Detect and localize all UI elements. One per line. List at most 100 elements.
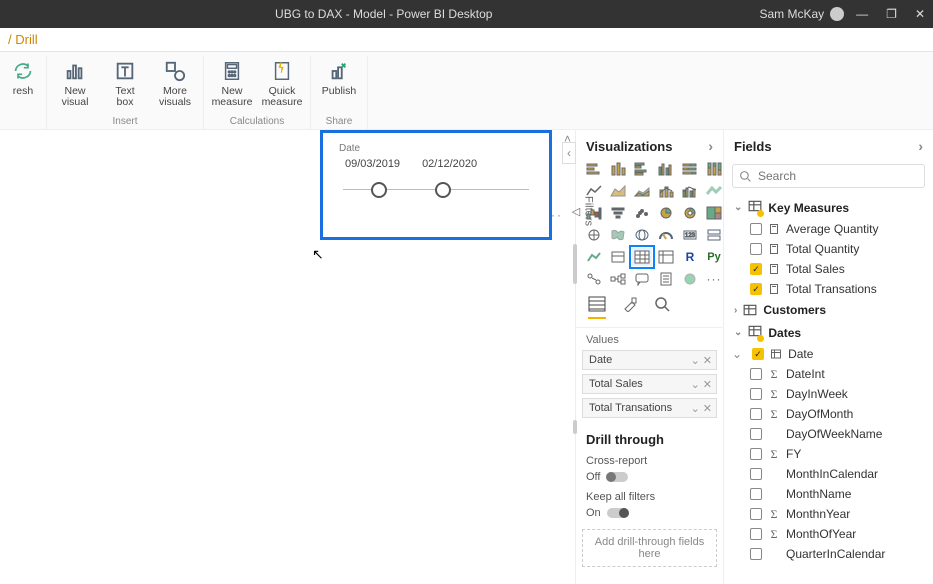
remove-field-icon[interactable]: ✕ — [703, 378, 712, 391]
canvas-vscroll[interactable] — [573, 220, 577, 480]
field-checkbox[interactable] — [750, 408, 762, 420]
viz-clustered-column[interactable] — [656, 160, 676, 178]
chevron-down-icon[interactable]: ⌄ — [691, 402, 700, 415]
restore-button[interactable]: ❐ — [886, 7, 897, 21]
keep-filters-toggle[interactable] — [607, 508, 629, 518]
viz-line-clustered[interactable] — [680, 182, 700, 200]
viz-stacked-column[interactable] — [608, 160, 628, 178]
viz-pie[interactable] — [656, 204, 676, 222]
field-checkbox[interactable] — [750, 548, 762, 560]
close-button[interactable]: ✕ — [915, 7, 925, 21]
pane-collapse-chevron[interactable]: ‹ — [562, 142, 576, 164]
viz-ribbon[interactable] — [704, 182, 724, 200]
field-item[interactable]: ⌄ Date — [728, 344, 929, 364]
chevron-down-icon[interactable]: ⌄ — [691, 354, 700, 367]
field-checkbox[interactable] — [750, 283, 762, 295]
viz-line-column[interactable] — [656, 182, 676, 200]
viz-100-bar[interactable] — [680, 160, 700, 178]
field-item[interactable]: Σ FY — [728, 444, 929, 464]
field-item[interactable]: Total Sales — [728, 259, 929, 279]
field-checkbox[interactable] — [750, 448, 762, 460]
viz-decomp-tree[interactable] — [608, 270, 628, 288]
field-checkbox[interactable] — [752, 348, 764, 360]
field-checkbox[interactable] — [750, 528, 762, 540]
quick-measure-button[interactable]: Quick measure — [260, 56, 304, 108]
viz-multirow-card[interactable] — [704, 226, 724, 244]
viz-slicer[interactable] — [608, 248, 628, 266]
field-checkbox[interactable] — [750, 223, 762, 235]
viz-more-icon[interactable]: ··· — [704, 270, 724, 288]
text-box-button[interactable]: Text box — [103, 56, 147, 108]
viz-key-influencers[interactable] — [584, 270, 604, 288]
viz-arcgis[interactable] — [680, 270, 700, 288]
field-item[interactable]: MonthName — [728, 484, 929, 504]
viz-100-column[interactable] — [704, 160, 724, 178]
viz-python[interactable]: Py — [704, 248, 724, 266]
field-item[interactable]: Average Quantity — [728, 219, 929, 239]
field-item[interactable]: QuarterInCalendar — [728, 544, 929, 564]
field-item[interactable]: Σ DateInt — [728, 364, 929, 384]
slicer-from-date[interactable]: 09/03/2019 — [345, 158, 400, 170]
viz-gauge[interactable] — [656, 226, 676, 244]
viz-shape-map[interactable] — [632, 226, 652, 244]
fields-pane-collapse-icon[interactable]: › — [918, 138, 923, 154]
remove-field-icon[interactable]: ✕ — [703, 402, 712, 415]
field-checkbox[interactable] — [750, 263, 762, 275]
more-visuals-button[interactable]: More visuals — [153, 56, 197, 108]
drill-through-dropzone[interactable]: Add drill-through fields here — [582, 529, 717, 567]
viz-map[interactable] — [584, 226, 604, 244]
viz-funnel[interactable] — [608, 204, 628, 222]
viz-table[interactable] — [632, 248, 652, 266]
field-group[interactable]: ⌄Dates — [728, 321, 929, 344]
field-checkbox[interactable] — [750, 508, 762, 520]
viz-waterfall[interactable] — [584, 204, 604, 222]
viz-pane-collapse-icon[interactable]: › — [708, 138, 713, 154]
field-item[interactable]: Σ DayInWeek — [728, 384, 929, 404]
viz-matrix[interactable] — [656, 248, 676, 266]
refresh-button[interactable]: resh — [6, 56, 40, 97]
field-item[interactable]: MonthInCalendar — [728, 464, 929, 484]
viz-area[interactable] — [608, 182, 628, 200]
viz-paginated[interactable] — [656, 270, 676, 288]
slicer-to-date[interactable]: 02/12/2020 — [422, 158, 477, 170]
slicer-thumb-start[interactable] — [371, 182, 387, 198]
field-item[interactable]: Σ DayOfMonth — [728, 404, 929, 424]
field-group[interactable]: ›Customers — [728, 299, 929, 321]
field-well[interactable]: Date⌄✕ — [582, 350, 717, 370]
field-checkbox[interactable] — [750, 388, 762, 400]
slicer-track[interactable] — [343, 180, 529, 200]
viz-stacked-bar[interactable] — [584, 160, 604, 178]
field-item[interactable]: Total Transations — [728, 279, 929, 299]
format-tab-icon[interactable] — [622, 296, 638, 319]
chevron-down-icon[interactable]: ⌄ — [691, 378, 700, 391]
viz-donut[interactable] — [680, 204, 700, 222]
viz-card[interactable]: 123 — [680, 226, 700, 244]
minimize-button[interactable]: — — [856, 7, 868, 21]
field-item[interactable]: Σ MonthOfYear — [728, 524, 929, 544]
field-well[interactable]: Total Sales⌄✕ — [582, 374, 717, 394]
viz-qna[interactable] — [632, 270, 652, 288]
viz-line[interactable] — [584, 182, 604, 200]
field-checkbox[interactable] — [750, 243, 762, 255]
report-canvas[interactable]: ˄ ··· Date 09/03/2019 02/12/2020 ↖ ‹ ◁ F… — [0, 130, 575, 584]
field-well[interactable]: Total Transations⌄✕ — [582, 398, 717, 418]
viz-kpi[interactable] — [584, 248, 604, 266]
chevron-down-icon[interactable]: ⌄ — [732, 347, 742, 361]
field-group[interactable]: ⌄Key Measures — [728, 196, 929, 219]
field-item[interactable]: Σ MonthnYear — [728, 504, 929, 524]
new-visual-button[interactable]: New visual — [53, 56, 97, 108]
viz-scatter[interactable] — [632, 204, 652, 222]
field-checkbox[interactable] — [750, 488, 762, 500]
field-item[interactable]: DayOfWeekName — [728, 424, 929, 444]
cross-report-toggle[interactable] — [606, 472, 628, 482]
new-measure-button[interactable]: New measure — [210, 56, 254, 108]
viz-filled-map[interactable] — [608, 226, 628, 244]
field-item[interactable]: Total Quantity — [728, 239, 929, 259]
date-slicer-visual[interactable]: Date 09/03/2019 02/12/2020 — [320, 130, 552, 240]
fields-tab-icon[interactable] — [588, 296, 606, 319]
slicer-thumb-end[interactable] — [435, 182, 451, 198]
fields-search[interactable] — [732, 164, 925, 188]
remove-field-icon[interactable]: ✕ — [703, 354, 712, 367]
publish-button[interactable]: Publish — [317, 56, 361, 97]
viz-treemap[interactable] — [704, 204, 724, 222]
